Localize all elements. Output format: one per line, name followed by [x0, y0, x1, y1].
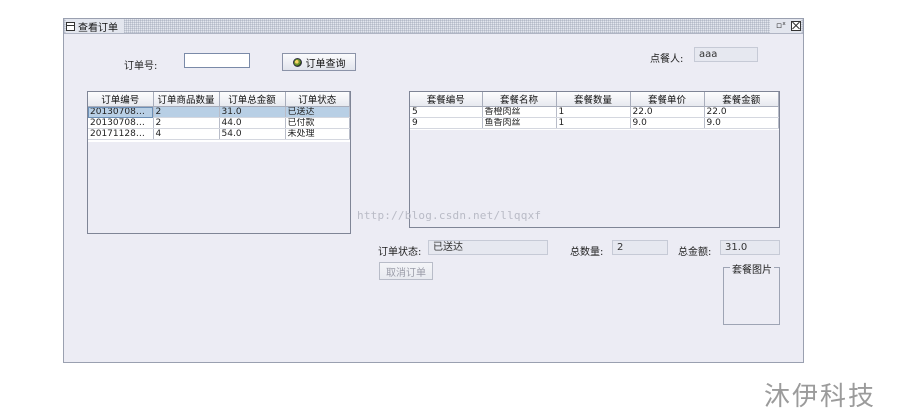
orders-cell: 已送达 — [285, 106, 350, 118]
table-row[interactable]: 9 鱼香肉丝 1 9.0 9.0 — [410, 117, 779, 129]
order-no-input[interactable] — [184, 53, 250, 68]
orders-cell: 已付款 — [285, 117, 350, 129]
orders-table[interactable]: 订单编号订单商品数量订单总金额订单状态 20130708110...231.0已… — [87, 91, 351, 234]
table-row[interactable]: 20130708110...244.0已付款 — [88, 117, 350, 129]
orders-cell: 20130708110... — [88, 106, 154, 118]
order-query-label: 订单查询 — [305, 58, 346, 70]
meals-header-1[interactable]: 套餐名称 — [482, 92, 557, 107]
meals-header-2[interactable]: 套餐数量 — [556, 92, 631, 107]
query-icon — [292, 57, 302, 67]
window-icon — [66, 21, 75, 31]
orders-header-3[interactable]: 订单状态 — [285, 92, 350, 107]
customer-field: aaa — [694, 47, 758, 62]
meals-header-3[interactable]: 套餐单价 — [630, 92, 705, 107]
meals-cell: 1 — [556, 117, 631, 129]
orders-header-2[interactable]: 订单总金额 — [219, 92, 286, 107]
meals-header-0[interactable]: 套餐编号 — [410, 92, 483, 107]
orders-cell: 20171128140... — [88, 128, 154, 140]
total-amount-label: 总金额: — [678, 247, 712, 258]
orders-cell: 20130708110... — [88, 117, 154, 129]
meals-cell: 5 — [410, 106, 483, 118]
meals-cell: 1 — [556, 106, 631, 118]
customer-label: 点餐人: — [650, 54, 684, 65]
meals-header-4[interactable]: 套餐金额 — [704, 92, 779, 107]
orders-cell: 2 — [153, 117, 220, 129]
total-qty-field: 2 — [612, 240, 668, 255]
meals-cell: 22.0 — [630, 106, 705, 118]
orders-cell: 44.0 — [219, 117, 286, 129]
order-window: 查看订单 ▫ˣ 订单号: 订单查询 点餐人: aaa 订单编号 订单商品数量 订单总… — [63, 18, 804, 363]
status-field: 已送达 — [428, 240, 548, 255]
maximize-icon[interactable]: ▫ˣ — [776, 21, 786, 31]
close-icon[interactable] — [791, 21, 801, 31]
table-row[interactable]: 20130708110...231.0已送达 — [88, 106, 350, 118]
window-title: 查看订单 — [78, 22, 118, 34]
meals-cell: 9.0 — [630, 117, 705, 129]
orders-header-1[interactable]: 订单商品数量 — [153, 92, 220, 107]
orders-cell: 31.0 — [219, 106, 286, 118]
title-group: 查看订单 — [66, 19, 124, 34]
meals-cell: 9.0 — [704, 117, 779, 129]
order-query-button[interactable]: 订单查询 — [282, 53, 356, 71]
table-row[interactable]: 5 香橙肉丝 1 22.0 22.0 — [410, 106, 779, 118]
brand-watermark: 沐伊科技 — [764, 382, 877, 412]
total-amount-field: 31.0 — [720, 240, 780, 255]
watermark-url: http://blog.csdn.net/llqqxf — [357, 209, 542, 222]
total-qty-label: 总数量: — [570, 247, 604, 258]
orders-cell: 未处理 — [285, 128, 350, 140]
meal-image-legend: 套餐图片 — [730, 261, 774, 276]
window-controls: ▫ˣ — [769, 19, 801, 33]
orders-cell: 54.0 — [219, 128, 286, 140]
title-bar[interactable]: 查看订单 ▫ˣ — [64, 19, 803, 34]
meals-cell: 9 — [410, 117, 483, 129]
orders-header-0[interactable]: 订单编号 — [88, 92, 154, 107]
orders-cell: 4 — [153, 128, 220, 140]
cancel-order-button[interactable]: 取消订单 — [379, 262, 433, 280]
meals-cell: 鱼香肉丝 — [482, 117, 557, 129]
order-no-label: 订单号: — [124, 61, 158, 72]
meals-cell: 香橙肉丝 — [482, 106, 557, 118]
meal-image-box: 套餐图片 — [723, 261, 780, 325]
meals-cell: 22.0 — [704, 106, 779, 118]
orders-cell: 2 — [153, 106, 220, 118]
meals-table[interactable]: 套餐编号 套餐名称 套餐数量 套餐单价 套餐金额 5 香橙肉丝 1 22.0 22.0 9 鱼香肉丝… — [409, 91, 780, 228]
table-row[interactable]: 20171128140...454.0未处理 — [88, 128, 350, 140]
status-label: 订单状态: — [378, 247, 422, 258]
